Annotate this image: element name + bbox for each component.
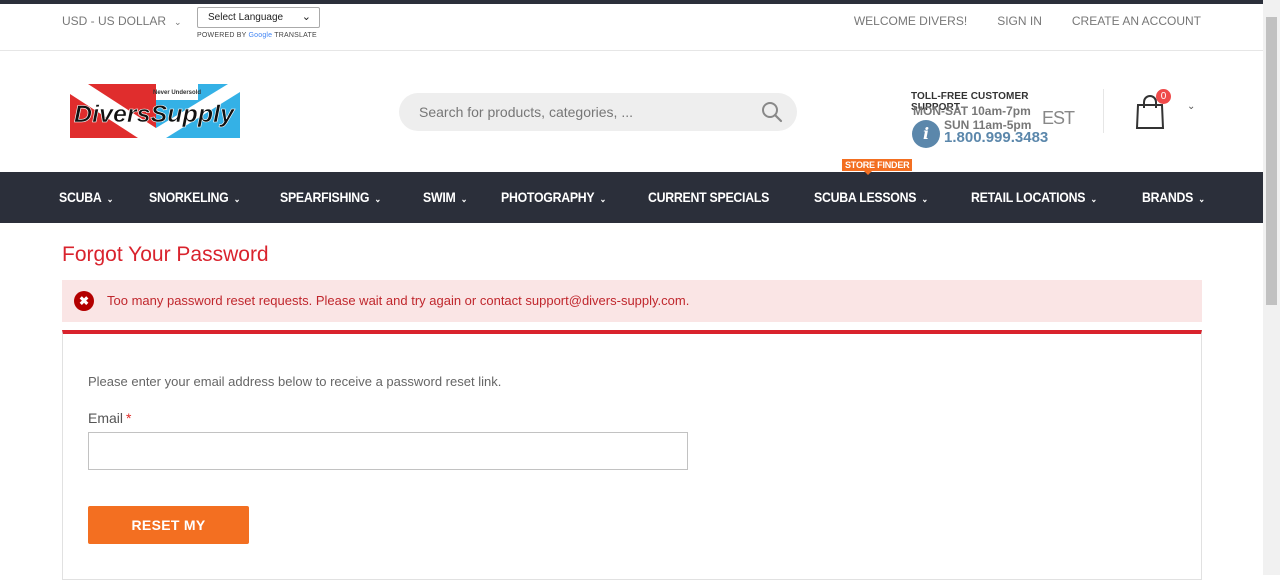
nav-item-swim[interactable]: SWIM ⌄ bbox=[423, 172, 467, 223]
chevron-down-icon: ⌄ bbox=[233, 194, 240, 204]
search-input[interactable]: Search for products, categories, ... bbox=[419, 104, 633, 120]
top-bar: USD - US DOLLAR ⌄ Select Language ⌄ POWER… bbox=[0, 4, 1263, 51]
nav-item-current-specials[interactable]: CURRENT SPECIALS bbox=[648, 172, 769, 223]
chevron-down-icon: ⌄ bbox=[1090, 194, 1098, 204]
email-label-text: Email bbox=[88, 410, 124, 426]
support-phone[interactable]: 1.800.999.3483 bbox=[944, 129, 1048, 146]
nav-item-retail-locations[interactable]: RETAIL LOCATIONS ⌄ bbox=[971, 172, 1097, 223]
header: Never Undersold DiversSupply Search for … bbox=[0, 51, 1263, 172]
nav-label: RETAIL LOCATIONS bbox=[971, 189, 1086, 205]
nav-label: CURRENT SPECIALS bbox=[648, 189, 770, 205]
chevron-down-icon: ⌄ bbox=[460, 194, 468, 204]
chevron-down-icon: ⌄ bbox=[1198, 194, 1206, 204]
chevron-down-icon: ⌄ bbox=[374, 194, 382, 204]
scrollbar-thumb[interactable] bbox=[1266, 17, 1277, 305]
powered-by-label: POWERED BY bbox=[197, 32, 247, 39]
nav-list: SCUBA ⌄ SNORKELING ⌄ SPEARFISHING ⌄ SWIM ⌄ P… bbox=[59, 172, 1242, 223]
nav-item-photography[interactable]: PHOTOGRAPHY ⌄ bbox=[501, 172, 606, 223]
nav-item-brands[interactable]: BRANDS ⌄ bbox=[1142, 172, 1205, 223]
logo-wordmark: DiversSupply bbox=[74, 101, 236, 128]
nav-label: BRANDS bbox=[1142, 189, 1194, 205]
search-bar[interactable]: Search for products, categories, ... bbox=[399, 93, 797, 131]
language-select-value: Select Language bbox=[208, 12, 284, 23]
welcome-text: WELCOME DIVERS! bbox=[853, 14, 968, 28]
search-icon[interactable] bbox=[761, 101, 783, 123]
create-account-link[interactable]: CREATE AN ACCOUNT bbox=[1072, 14, 1201, 28]
currency-label: USD - US DOLLAR bbox=[62, 14, 167, 28]
nav-label: SWIM bbox=[422, 189, 456, 205]
language-selector: Select Language ⌄ POWERED BY Google TRAN… bbox=[197, 7, 320, 39]
support-hours-weekday: MON-SAT 10am-7pm bbox=[913, 104, 1031, 118]
currency-switcher[interactable]: USD - US DOLLAR ⌄ bbox=[62, 14, 182, 28]
page-title: Forgot Your Password bbox=[62, 243, 269, 266]
error-alert: ✖ Too many password reset requests. Plea… bbox=[62, 280, 1202, 322]
email-field[interactable] bbox=[88, 432, 688, 470]
chevron-down-icon: ⌄ bbox=[301, 11, 311, 23]
cart-count-badge: 0 bbox=[1156, 89, 1171, 104]
google-label: Google bbox=[248, 32, 273, 39]
nav-item-scuba[interactable]: SCUBA ⌄ bbox=[59, 172, 113, 223]
language-select[interactable]: Select Language ⌄ bbox=[197, 7, 320, 28]
error-icon: ✖ bbox=[74, 291, 94, 311]
nav-item-spearfishing[interactable]: SPEARFISHING ⌄ bbox=[280, 172, 381, 223]
nav-label: PHOTOGRAPHY bbox=[500, 189, 595, 205]
required-mark: * bbox=[126, 410, 132, 426]
error-message: Too many password reset requests. Please… bbox=[107, 293, 690, 308]
scrollbar[interactable] bbox=[1263, 0, 1280, 575]
chevron-down-icon[interactable]: ⌄ bbox=[1187, 101, 1195, 112]
sign-in-link[interactable]: SIGN IN bbox=[997, 14, 1042, 28]
chevron-down-icon: ⌄ bbox=[106, 194, 114, 204]
support-timezone: EST bbox=[1042, 108, 1075, 128]
nav-label: SCUBA bbox=[59, 189, 102, 205]
email-label: Email * bbox=[88, 410, 131, 426]
reset-password-button[interactable]: RESET MY PASSWORD bbox=[88, 506, 249, 571]
divers-supply-logo[interactable]: Never Undersold DiversSupply bbox=[70, 84, 240, 138]
powered-by-google-translate[interactable]: POWERED BY Google TRANSLATE bbox=[197, 32, 320, 39]
customer-support-info: TOLL-FREE CUSTOMER SUPPORT MON-SAT 10am-… bbox=[911, 91, 1075, 151]
nav-label: SNORKELING bbox=[148, 189, 229, 205]
nav-item-scuba-lessons[interactable]: SCUBA LESSONS ⌄ bbox=[814, 172, 928, 223]
logo-tagline: Never Undersold bbox=[153, 90, 201, 96]
mini-cart[interactable]: 0 ⌄ bbox=[1135, 89, 1205, 129]
form-instructions: Please enter your email address below to… bbox=[88, 374, 502, 389]
chevron-down-icon: ⌄ bbox=[174, 17, 182, 27]
top-links: WELCOME DIVERS! SIGN IN CREATE AN ACCOUN… bbox=[854, 14, 1201, 28]
main-nav: STORE FINDER SCUBA ⌄ SNORKELING ⌄ SPEARFIS… bbox=[0, 159, 1263, 223]
forgot-password-form: Please enter your email address below to… bbox=[62, 330, 1202, 580]
store-finder-badge[interactable]: STORE FINDER bbox=[842, 159, 913, 175]
translate-label: TRANSLATE bbox=[274, 32, 317, 39]
page: USD - US DOLLAR ⌄ Select Language ⌄ POWER… bbox=[0, 4, 1263, 580]
nav-item-snorkeling[interactable]: SNORKELING ⌄ bbox=[149, 172, 240, 223]
nav-label: SCUBA LESSONS bbox=[813, 189, 917, 205]
nav-label: SPEARFISHING bbox=[280, 189, 370, 205]
divider bbox=[1103, 89, 1104, 133]
chevron-down-icon: ⌄ bbox=[921, 194, 928, 204]
info-icon: i bbox=[912, 120, 940, 148]
chevron-down-icon: ⌄ bbox=[599, 194, 607, 204]
